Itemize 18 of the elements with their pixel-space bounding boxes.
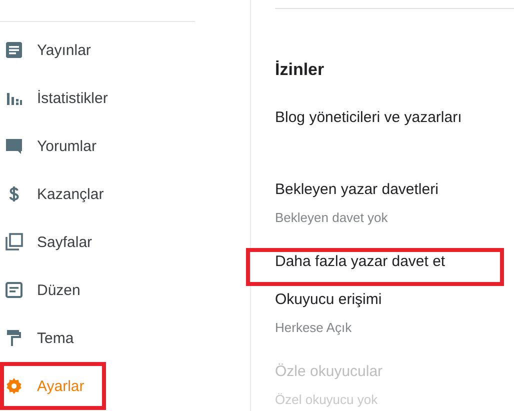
sidebar-item[interactable]: Sayfalar	[0, 218, 114, 266]
setting-item[interactable]: Okuyucu erişimi Herkese Açık	[246, 286, 504, 358]
sidebar-item[interactable]: Yayınlar	[0, 26, 113, 74]
sidebar-item[interactable]: Tema	[0, 314, 96, 362]
sidebar-item[interactable]: Yorumlar	[0, 122, 118, 170]
layout-icon	[5, 281, 23, 299]
sidebar-item[interactable]: Düzen	[0, 266, 102, 314]
invite-link[interactable]: Daha fazla yazar davet et	[246, 248, 504, 286]
sidebar-item[interactable]: Kazançlar	[0, 170, 126, 218]
sidebar-item[interactable]: İstatistikler	[0, 74, 130, 122]
comment-icon	[5, 137, 23, 155]
paint-roller-icon	[5, 329, 23, 347]
setting-item[interactable]: Bekleyen yazar davetleri Bekleyen davet yok	[246, 176, 504, 248]
pages-icon	[5, 233, 23, 251]
settings-icon	[5, 377, 23, 395]
document-icon	[5, 41, 23, 59]
section-title: İzinler	[275, 8, 514, 84]
setting-item[interactable]: Blog yöneticileri ve yazarları	[246, 104, 504, 176]
